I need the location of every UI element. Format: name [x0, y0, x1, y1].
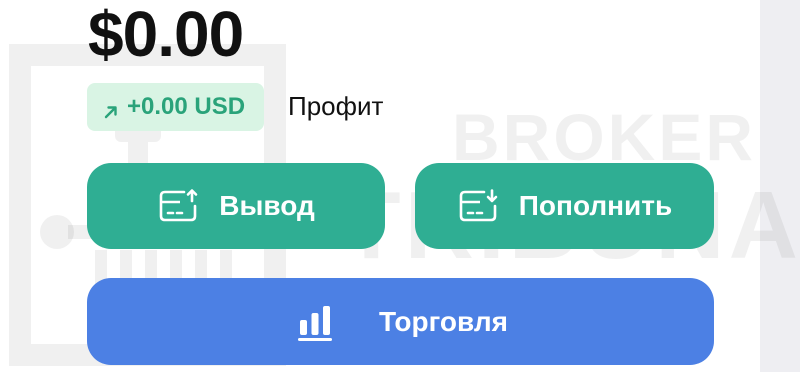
card-upload-icon	[157, 188, 201, 224]
trade-label: Торговля	[379, 305, 508, 337]
profit-label: Профит	[288, 91, 384, 121]
withdraw-label: Вывод	[219, 190, 315, 221]
profit-value: +0.00 USD	[127, 93, 246, 120]
withdraw-button[interactable]: Вывод	[87, 163, 385, 249]
page-background-strip	[760, 0, 800, 372]
bar-chart-icon	[293, 304, 337, 341]
card-download-icon	[457, 188, 501, 224]
deposit-button[interactable]: Пополнить	[415, 163, 714, 249]
arrow-up-right-icon	[103, 99, 119, 119]
trade-button[interactable]: Торговля	[87, 278, 714, 365]
deposit-label: Пополнить	[518, 190, 673, 221]
balance-amount: $0.00	[88, 0, 244, 70]
profit-badge: +0.00 USD	[87, 83, 264, 131]
